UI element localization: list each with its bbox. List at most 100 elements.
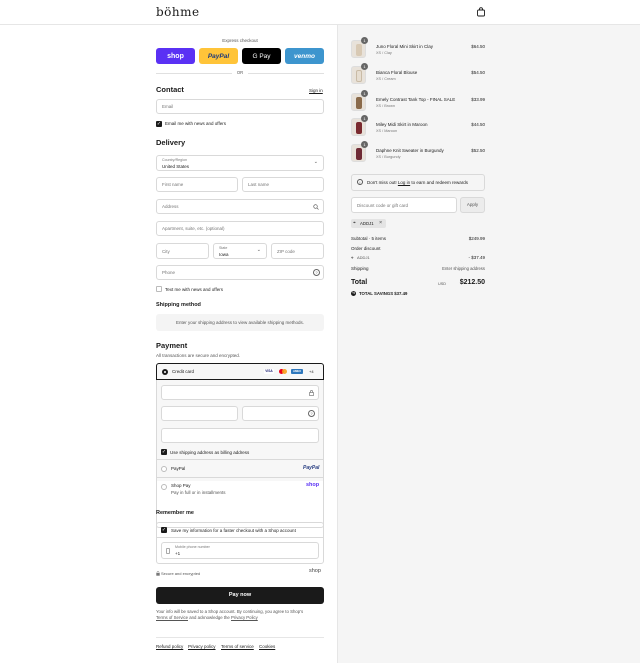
- order-discount-label: Order discount: [351, 246, 381, 251]
- search-icon: [313, 204, 319, 210]
- shop-pay-button[interactable]: shop: [156, 48, 195, 64]
- amex-icon: AMEX: [291, 369, 303, 374]
- express-checkout-title: Express checkout: [222, 38, 258, 43]
- address-field[interactable]: Address: [156, 199, 324, 214]
- subtotal-label: Subtotal · 5 items: [351, 236, 387, 241]
- last-name-field[interactable]: Last name: [242, 177, 324, 192]
- contact-heading: Contact: [156, 85, 184, 94]
- save-info-checkbox[interactable]: ✓: [161, 527, 167, 533]
- venmo-button[interactable]: venmo: [285, 48, 324, 64]
- product-image: [356, 122, 362, 134]
- product-price: $52.50: [471, 148, 485, 153]
- visa-icon: VISA: [264, 369, 274, 374]
- mastercard-icon: [278, 369, 288, 374]
- mobile-phone-label: Mobile phone number: [175, 545, 210, 549]
- footer-refund-policy[interactable]: Refund policy: [156, 644, 183, 649]
- zip-field[interactable]: ZIP code: [271, 243, 324, 259]
- sign-in-link[interactable]: Sign in: [309, 88, 323, 93]
- brand-logo[interactable]: böhme: [156, 5, 200, 19]
- country-select[interactable]: Country/Region United States ⌄: [156, 155, 324, 171]
- city-field[interactable]: City: [156, 243, 209, 259]
- remember-me-heading: Remember me: [156, 510, 194, 516]
- order-summary: 1 Juno Floral Mini Skirt in Clay XS / Cl…: [337, 25, 640, 663]
- text-me-label: Text me with news and offers: [165, 287, 223, 292]
- terms-link[interactable]: Terms of Service: [156, 615, 188, 620]
- total-label: Total: [351, 279, 368, 286]
- billing-same-checkbox[interactable]: ✓: [161, 449, 167, 455]
- product-thumbnail: 1: [351, 90, 368, 111]
- product-thumbnail: 1: [351, 141, 368, 162]
- footer-terms-of-service[interactable]: Terms of service: [221, 644, 254, 649]
- shop-pay-radio[interactable]: [161, 484, 167, 490]
- savings-icon: %: [351, 291, 356, 296]
- divider-left: [156, 73, 232, 74]
- save-info-label: Save my information for a faster checkou…: [171, 528, 296, 533]
- text-me-checkbox[interactable]: [156, 286, 162, 292]
- card-number-field[interactable]: [161, 385, 319, 400]
- checkout-form: Express checkout shop PayPal G Pay venmo…: [0, 25, 337, 663]
- apply-discount-button[interactable]: Apply: [460, 197, 485, 213]
- discount-code-field[interactable]: Discount code or gift card: [351, 197, 457, 213]
- order-discount-value: - $37.49: [468, 255, 485, 260]
- product-price: $33.99: [471, 97, 485, 102]
- zip-placeholder: ZIP code: [277, 249, 295, 254]
- quantity-badge: 1: [361, 90, 368, 97]
- name-on-card-field[interactable]: [161, 428, 319, 443]
- shop-pay-subtitle: Pay in full or in installments: [171, 490, 226, 495]
- shopping-bag-icon[interactable]: [476, 7, 486, 17]
- mobile-phone-field[interactable]: Mobile phone number +1: [161, 542, 319, 559]
- total-value: $212.50: [459, 279, 485, 286]
- help-icon[interactable]: ?: [313, 269, 320, 276]
- info-icon: i: [357, 179, 363, 185]
- expiration-field[interactable]: [161, 406, 238, 421]
- country-label: Country/Region: [162, 158, 187, 162]
- rewards-login-link[interactable]: Log in: [398, 180, 410, 185]
- product-name: Miley Midi Skirt in Maroon: [376, 122, 428, 127]
- product-price: $44.50: [471, 122, 485, 127]
- first-name-field[interactable]: First name: [156, 177, 238, 192]
- google-pay-button[interactable]: G Pay: [242, 48, 281, 64]
- quantity-badge: 1: [361, 37, 368, 44]
- apartment-field[interactable]: Apartment, suite, etc. (optional): [156, 221, 324, 236]
- mobile-phone-value: +1: [175, 551, 181, 556]
- product-variant: XS / Clay: [376, 51, 392, 55]
- shop-pay-label: Shop Pay: [171, 483, 191, 488]
- first-name-placeholder: First name: [162, 182, 184, 187]
- shipping-value: Enter shipping address: [442, 266, 485, 271]
- credit-card-option[interactable]: Credit card VISA AMEX +4: [156, 363, 324, 380]
- disclaimer-text: Your info will be saved to a Shop accoun…: [156, 609, 304, 614]
- product-image: [356, 148, 362, 160]
- credit-card-radio[interactable]: [162, 369, 168, 375]
- email-field[interactable]: Email: [156, 99, 324, 114]
- payment-subtitle: All transactions are secure and encrypte…: [156, 353, 241, 358]
- address-placeholder: Address: [162, 204, 179, 209]
- product-price: $64.50: [471, 44, 485, 49]
- phone-field[interactable]: Phone ?: [156, 265, 324, 280]
- quantity-badge: 1: [361, 141, 368, 148]
- footer-privacy-policy[interactable]: Privacy policy: [188, 644, 216, 649]
- footer-cookies[interactable]: Cookies: [259, 644, 275, 649]
- newsletter-checkbox[interactable]: ✓: [156, 121, 162, 127]
- disclaimer-text-2: and acknowledge the: [189, 615, 230, 620]
- product-image: [356, 70, 362, 82]
- paypal-radio[interactable]: [161, 466, 167, 472]
- state-label: State: [219, 246, 228, 250]
- security-code-field[interactable]: ?: [242, 406, 319, 421]
- help-icon[interactable]: ?: [308, 410, 315, 417]
- billing-same-label: Use shipping address as billing address: [170, 450, 250, 455]
- product-name: Juno Floral Mini Skirt in Clay: [376, 44, 434, 49]
- rewards-banner: i Don't miss out! Log in to earn and red…: [351, 174, 485, 191]
- close-icon[interactable]: ×: [379, 220, 382, 226]
- product-variant: XS / Maroon: [376, 129, 398, 133]
- privacy-link[interactable]: Privacy Policy: [231, 615, 258, 620]
- site-header: böhme: [0, 0, 640, 25]
- chevron-down-icon: ⌄: [256, 247, 261, 253]
- state-select[interactable]: State Iowa ⌄: [213, 243, 267, 259]
- shop-logo: shop: [306, 482, 320, 488]
- quantity-badge: 1: [361, 115, 368, 122]
- apartment-placeholder: Apartment, suite, etc. (optional): [162, 226, 225, 231]
- pay-now-button[interactable]: Pay now: [156, 587, 324, 604]
- email-placeholder: Email: [162, 104, 174, 109]
- product-price: $54.50: [471, 70, 485, 75]
- paypal-button[interactable]: PayPal: [199, 48, 238, 64]
